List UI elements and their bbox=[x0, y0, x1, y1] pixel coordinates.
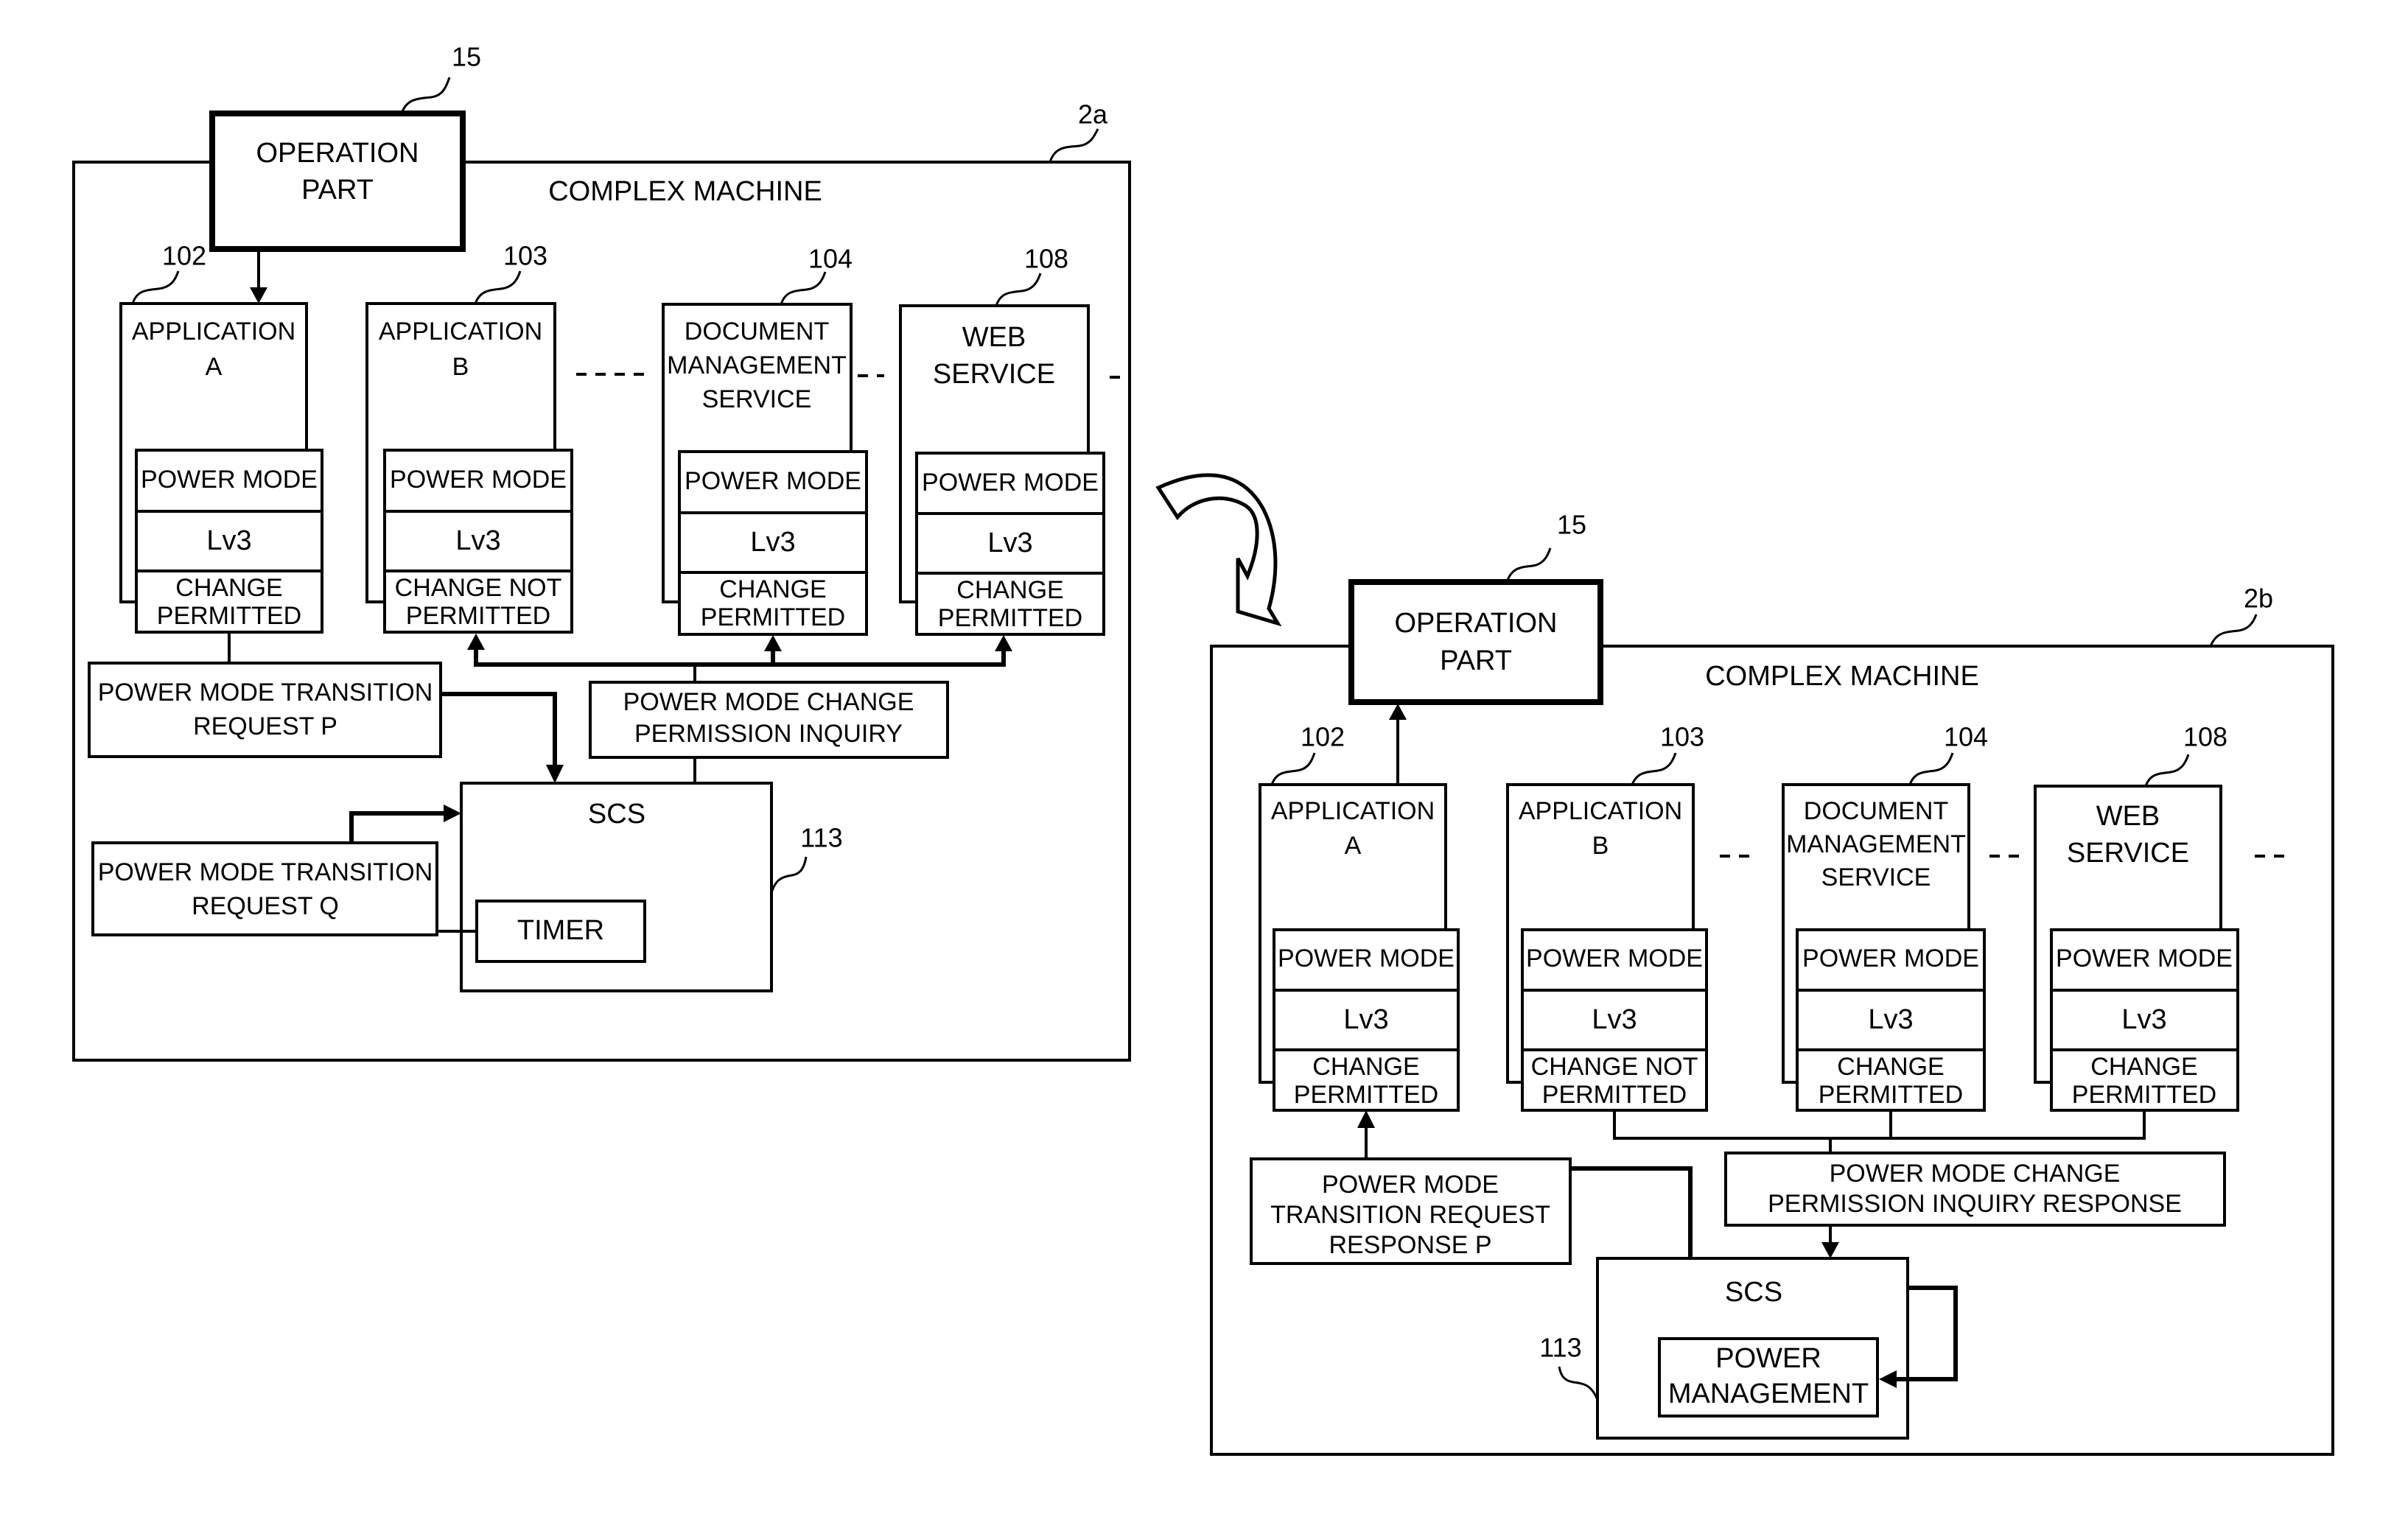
ref-leader-15-b bbox=[1505, 547, 1552, 583]
power-mode-label: POWER MODE bbox=[685, 467, 861, 495]
change-status: PERMITTED bbox=[701, 603, 845, 631]
change-status: CHANGE NOT bbox=[1531, 1053, 1698, 1081]
module-name: APPLICATION bbox=[1271, 797, 1435, 825]
ref-102: 102 bbox=[162, 241, 206, 271]
module-name: MANAGEMENT bbox=[1786, 830, 1966, 858]
module-name: WEB bbox=[962, 322, 1026, 353]
power-mode-label: POWER MODE bbox=[141, 466, 318, 494]
module-name: MANAGEMENT bbox=[667, 351, 847, 379]
change-status: PERMITTED bbox=[157, 602, 301, 630]
ref-102-b: 102 bbox=[1301, 722, 1345, 752]
ref-leader-15-a bbox=[400, 77, 451, 114]
change-status: CHANGE bbox=[956, 576, 1063, 604]
change-status: CHANGE bbox=[1837, 1053, 1944, 1081]
power-level: Lv3 bbox=[750, 527, 795, 558]
module-name: APPLICATION bbox=[132, 318, 295, 346]
complex-machine-label-b: COMPLEX MACHINE bbox=[1705, 661, 1979, 692]
ref-15-a: 15 bbox=[452, 42, 481, 72]
request-q-line2: REQUEST Q bbox=[192, 892, 339, 920]
module-name: WEB bbox=[2096, 801, 2160, 832]
module-name: APPLICATION bbox=[1519, 797, 1682, 825]
ref-leader-2a bbox=[1049, 128, 1099, 163]
power-mode-label: POWER MODE bbox=[390, 466, 567, 494]
scs-label-b: SCS bbox=[1725, 1277, 1782, 1308]
ref-113-a: 113 bbox=[800, 823, 842, 853]
power-management-line1: POWER bbox=[1715, 1343, 1821, 1374]
power-mode-label: POWER MODE bbox=[1278, 945, 1455, 972]
module-name: DOCUMENT bbox=[1804, 797, 1948, 825]
power-mode-label: POWER MODE bbox=[922, 469, 1099, 497]
request-p-line2: REQUEST P bbox=[193, 712, 337, 740]
response-p-line1: POWER MODE bbox=[1322, 1171, 1499, 1199]
ref-2a: 2a bbox=[1078, 99, 1108, 130]
ref-103: 103 bbox=[503, 241, 547, 271]
scs-label-a: SCS bbox=[588, 799, 645, 830]
power-management-line2: MANAGEMENT bbox=[1668, 1378, 1869, 1409]
power-level: Lv3 bbox=[987, 528, 1032, 558]
module-name: A bbox=[206, 353, 223, 381]
change-status: PERMITTED bbox=[1294, 1081, 1438, 1109]
ref-113-b: 113 bbox=[1539, 1333, 1581, 1363]
module-name: A bbox=[1345, 832, 1362, 860]
power-level: Lv3 bbox=[1343, 1004, 1388, 1035]
change-status: PERMITTED bbox=[2072, 1081, 2216, 1109]
inquiry-response-line2: PERMISSION INQUIRY RESPONSE bbox=[1768, 1190, 2182, 1218]
power-mode-label: POWER MODE bbox=[1526, 945, 1703, 972]
module-name: SERVICE bbox=[1821, 863, 1931, 891]
response-p-line3: RESPONSE P bbox=[1329, 1231, 1491, 1259]
operation-part-b bbox=[1348, 579, 1603, 705]
ref-104-b: 104 bbox=[1944, 722, 1988, 752]
ref-108-b: 108 bbox=[2183, 722, 2227, 752]
module-name: APPLICATION bbox=[379, 318, 542, 346]
change-status: PERMITTED bbox=[938, 604, 1082, 632]
request-q-line1: POWER MODE TRANSITION bbox=[98, 858, 433, 886]
response-p-line2: TRANSITION REQUEST bbox=[1270, 1201, 1550, 1229]
panel-a: 2a COMPLEX MACHINE OPERATION PART 15 APP… bbox=[72, 42, 1131, 1062]
change-status: CHANGE bbox=[175, 574, 282, 602]
change-status: CHANGE bbox=[719, 575, 826, 603]
ref-2b: 2b bbox=[2244, 583, 2273, 614]
operation-part-a-line1: OPERATION bbox=[256, 138, 419, 169]
module-name: B bbox=[1592, 832, 1609, 860]
power-level: Lv3 bbox=[1868, 1004, 1913, 1035]
module-name: B bbox=[452, 353, 469, 381]
change-status: PERMITTED bbox=[1819, 1081, 1963, 1109]
panel-b: 2b COMPLEX MACHINE OPERATION PART 15 APP… bbox=[1210, 510, 2334, 1456]
inquiry-line2: PERMISSION INQUIRY bbox=[634, 720, 903, 748]
operation-part-b-line1: OPERATION bbox=[1395, 608, 1558, 639]
module-name: SERVICE bbox=[702, 385, 812, 413]
ref-15-b: 15 bbox=[1557, 510, 1586, 540]
change-status: PERMITTED bbox=[406, 602, 550, 630]
ref-104: 104 bbox=[808, 244, 853, 274]
request-q-box bbox=[91, 841, 438, 936]
change-status: CHANGE NOT bbox=[395, 574, 562, 602]
change-status: PERMITTED bbox=[1542, 1081, 1687, 1109]
request-p-line1: POWER MODE TRANSITION bbox=[98, 679, 433, 707]
inquiry-line1: POWER MODE CHANGE bbox=[623, 688, 914, 716]
change-status: CHANGE bbox=[1312, 1053, 1419, 1081]
curved-arrow-icon bbox=[1155, 473, 1282, 627]
power-mode-diagram: 2a COMPLEX MACHINE OPERATION PART 15 APP… bbox=[72, 42, 2334, 1456]
power-level: Lv3 bbox=[455, 525, 500, 556]
inquiry-response-line1: POWER MODE CHANGE bbox=[1830, 1160, 2121, 1188]
ref-leader-2b bbox=[2209, 614, 2258, 647]
operation-part-b-line2: PART bbox=[1440, 645, 1512, 676]
ref-108: 108 bbox=[1024, 244, 1068, 274]
module-name: SERVICE bbox=[933, 359, 1055, 390]
ref-103-b: 103 bbox=[1660, 722, 1704, 752]
power-mode-label: POWER MODE bbox=[2056, 945, 2233, 972]
power-mode-label: POWER MODE bbox=[1802, 945, 1979, 972]
complex-machine-label-a: COMPLEX MACHINE bbox=[548, 176, 822, 207]
module-name: DOCUMENT bbox=[685, 318, 829, 346]
power-level: Lv3 bbox=[2121, 1004, 2166, 1035]
timer-label: TIMER bbox=[517, 915, 604, 946]
module-name: SERVICE bbox=[2067, 838, 2189, 869]
request-p-box bbox=[88, 662, 442, 758]
power-level: Lv3 bbox=[206, 525, 251, 556]
change-status: CHANGE bbox=[2090, 1053, 2197, 1081]
power-level: Lv3 bbox=[1592, 1004, 1637, 1035]
operation-part-a-line2: PART bbox=[301, 175, 374, 206]
